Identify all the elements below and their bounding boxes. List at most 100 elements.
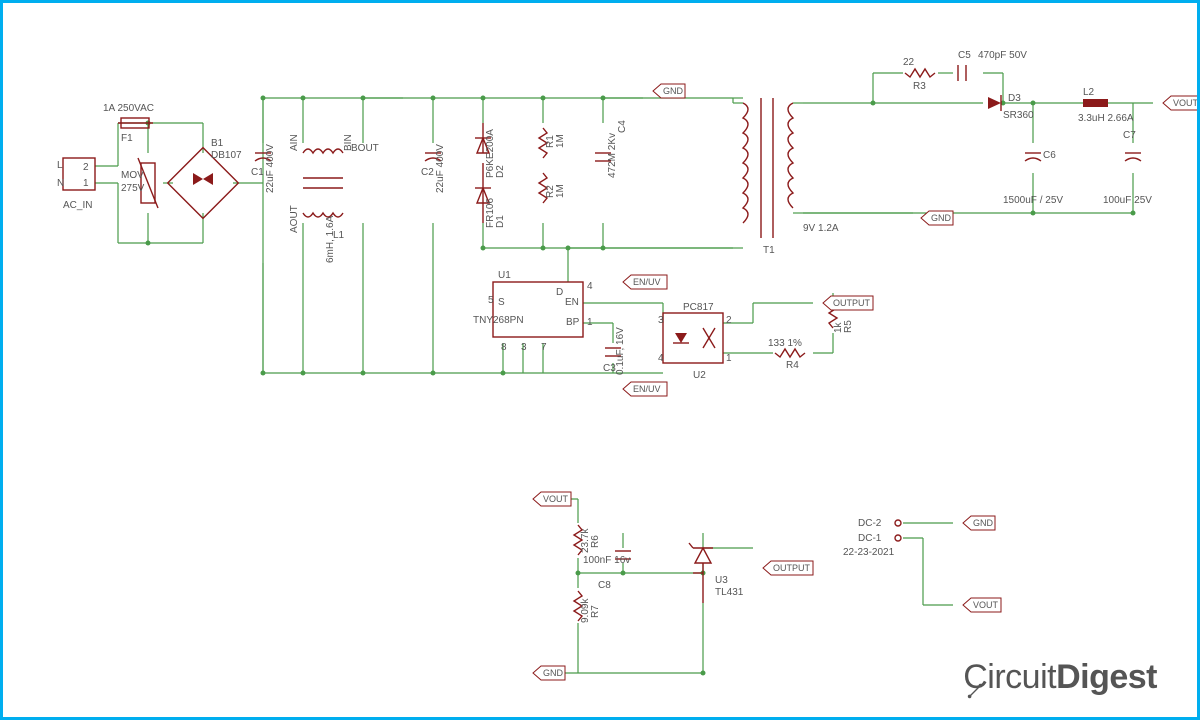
svg-text:2: 2 (726, 315, 732, 326)
u1-ref: U1 (498, 270, 511, 281)
u2-ref: U2 (693, 370, 706, 381)
cap-c5 (958, 65, 966, 81)
res-r4 (775, 349, 805, 357)
mov-ref: MOV (121, 170, 144, 181)
svg-text:4: 4 (658, 353, 664, 364)
netlabel-en/uv: EN/UV (623, 382, 667, 396)
svg-text:AOUT: AOUT (289, 205, 300, 233)
r5-ref: R5 (843, 320, 854, 333)
c5-ref: C5 (958, 50, 971, 61)
r2-value: 1M (555, 184, 566, 198)
svg-text:L: L (57, 160, 63, 171)
svg-text:3: 3 (658, 315, 664, 326)
connector-dc-out (895, 520, 901, 541)
netlabel-en/uv: EN/UV (623, 275, 667, 289)
c8-ref: C8 (598, 580, 611, 591)
u1-value: TNY268PN (473, 315, 524, 326)
r3-ref: R3 (913, 81, 926, 92)
c6-ref: C6 (1043, 150, 1056, 161)
netlabel-gnd: GND (533, 666, 565, 680)
b1-value: DB107 (211, 150, 242, 161)
diode-d3 (988, 95, 1001, 111)
d3-ref: D3 (1008, 93, 1021, 104)
svg-text:1: 1 (726, 353, 732, 364)
watermark-logo: CircuitDigest (954, 658, 1157, 697)
svg-text:GND: GND (663, 86, 684, 96)
u2-value: PC817 (683, 302, 714, 313)
b1-ref: B1 (211, 138, 224, 149)
svg-text:BOUT: BOUT (351, 143, 379, 154)
c7-value: 100uF 25V (1103, 195, 1152, 206)
svg-text:VOUT: VOUT (1173, 98, 1199, 108)
svg-text:3: 3 (521, 342, 527, 353)
netlabel-gnd: GND (653, 84, 685, 98)
logo-part-b: Digest (1056, 658, 1157, 696)
netlabel-output: OUTPUT (763, 561, 813, 575)
cap-c7 (1125, 153, 1141, 161)
d1-ref: D1 (495, 215, 506, 228)
u3-ref: U3 (715, 575, 728, 586)
r1-value: 1M (555, 134, 566, 148)
svg-text:AIN: AIN (289, 134, 300, 151)
c6-value: 1500uF / 25V (1003, 195, 1063, 206)
c1-value: 22uF 400V (265, 144, 276, 193)
svg-text:2: 2 (83, 162, 89, 173)
svg-text:GND: GND (543, 668, 564, 678)
l1-value: 6mH, 1.6A (325, 215, 336, 263)
c4-value: 472M 2Kv (607, 133, 618, 178)
svg-text:S: S (498, 297, 505, 308)
netlabel-vout: VOUT (963, 598, 1001, 612)
f1-value: 1A 250VAC (103, 103, 154, 114)
netlabel-output: OUTPUT (823, 296, 873, 310)
t1-ref: T1 (763, 245, 775, 256)
ic-u1 (493, 282, 583, 337)
schematic-canvas: L N 2 1 AC_IN 1A 250VAC F1 MOV 275V B1 D… (0, 0, 1200, 720)
svg-text:EN: EN (565, 297, 579, 308)
netlabel-vout: VOUT (533, 492, 571, 506)
connector-ac-in (63, 158, 95, 190)
svg-text:VOUT: VOUT (543, 494, 569, 504)
c3-value: 0.1uF, 16V (615, 327, 626, 375)
d3-value: SR360 (1003, 110, 1034, 121)
c8-value: 100nF 16v (583, 555, 630, 566)
svg-text:D: D (556, 287, 563, 298)
svg-text:EN/UV: EN/UV (633, 384, 661, 394)
choke-l1 (303, 149, 343, 217)
l2-ref: L2 (1083, 87, 1095, 98)
netlabel-gnd: GND (963, 516, 995, 530)
jout-ref: 22-23-2021 (843, 547, 895, 558)
svg-text:GND: GND (931, 213, 952, 223)
r4-ref: R4 (786, 360, 799, 371)
res-r3 (905, 69, 935, 77)
svg-text:N: N (57, 178, 64, 189)
ac-in-ref: AC_IN (63, 200, 92, 211)
r6-ref: R6 (590, 535, 601, 548)
svg-text:4: 4 (587, 281, 593, 292)
opto-u2 (663, 313, 723, 363)
c5-value: 470pF 50V (978, 50, 1027, 61)
svg-text:OUTPUT: OUTPUT (773, 563, 811, 573)
schematic-svg: L N 2 1 AC_IN 1A 250VAC F1 MOV 275V B1 D… (3, 3, 1200, 720)
svg-text:8: 8 (501, 342, 507, 353)
c2-ref: C2 (421, 167, 434, 178)
l2-value: 3.3uH 2.66A (1078, 113, 1134, 124)
cap-c6 (1025, 153, 1041, 161)
c7-ref: C7 (1123, 130, 1136, 141)
dc2-label: DC-2 (858, 518, 882, 529)
svg-text:EN/UV: EN/UV (633, 277, 661, 287)
svg-text:1: 1 (587, 317, 593, 328)
r7-ref: R7 (590, 605, 601, 618)
mov-value: 275V (121, 183, 145, 194)
r3-value: 22 (903, 57, 915, 68)
dc1-label: DC-1 (858, 533, 882, 544)
c3-ref: C3 (603, 363, 616, 374)
svg-text:7: 7 (541, 342, 547, 353)
f1-ref: F1 (121, 133, 133, 144)
d2-ref: D2 (495, 165, 506, 178)
svg-text:5: 5 (488, 295, 494, 306)
r4-value: 133 1% (768, 338, 802, 349)
t1-value: 9V 1.2A (803, 223, 839, 234)
c4-ref: C4 (617, 120, 628, 133)
svg-text:GND: GND (973, 518, 994, 528)
u3-value: TL431 (715, 587, 744, 598)
